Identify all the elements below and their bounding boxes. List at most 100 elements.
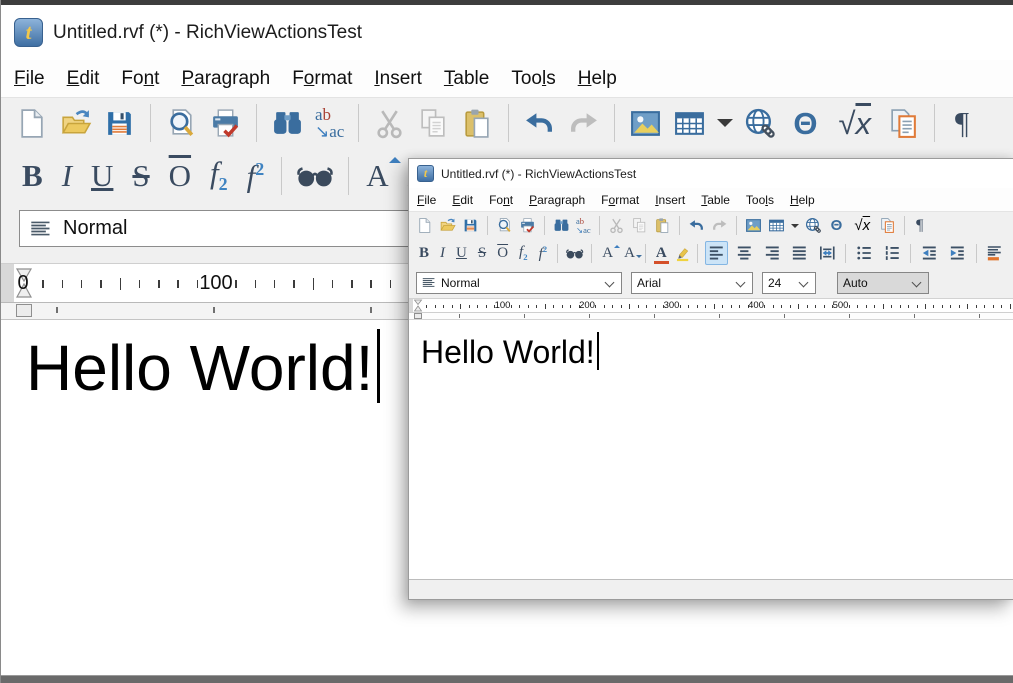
menu-edit[interactable]: Edit (56, 68, 111, 90)
cut-icon[interactable] (373, 107, 406, 140)
equation-icon[interactable]: √x (851, 218, 873, 233)
reading-glasses-icon[interactable] (565, 246, 584, 261)
undo-icon[interactable] (523, 107, 556, 140)
strikethrough-button[interactable]: S (475, 246, 489, 261)
reading-glasses-icon[interactable] (294, 161, 336, 191)
open-file-icon[interactable] (439, 217, 456, 234)
indent-markers-icon[interactable] (413, 299, 423, 312)
find-icon[interactable] (553, 217, 570, 234)
equation-icon[interactable]: √x (833, 108, 876, 139)
hyperlink-icon[interactable] (805, 217, 822, 234)
left-indent-marker[interactable] (16, 304, 32, 317)
numbered-list-icon[interactable] (881, 241, 904, 265)
print-preview-icon[interactable] (496, 217, 513, 234)
hyperlink-icon[interactable] (744, 107, 777, 140)
menu-insert[interactable]: Insert (647, 193, 693, 207)
paste-icon[interactable] (654, 217, 671, 234)
redo-icon[interactable] (711, 217, 728, 234)
bold-button[interactable]: B (17, 160, 48, 191)
superscript-button[interactable]: f2 (242, 160, 270, 191)
title-bar[interactable]: t Untitled.rvf (*) - RichViewActionsTest (1, 5, 1013, 60)
menu-help[interactable]: Help (567, 68, 628, 90)
italic-button[interactable]: I (57, 160, 77, 191)
insert-table-icon[interactable] (673, 107, 706, 140)
grow-font-button[interactable]: A (361, 160, 393, 191)
increase-indent-icon[interactable] (946, 241, 969, 265)
overline-button[interactable]: O (494, 246, 511, 261)
redo-icon[interactable] (567, 107, 600, 140)
print-icon[interactable] (519, 217, 536, 234)
menu-file[interactable]: File (409, 193, 444, 207)
replace-icon[interactable]: ab ↘ac (576, 217, 591, 234)
cut-icon[interactable] (608, 217, 625, 234)
save-icon[interactable] (103, 107, 136, 140)
font-combobox[interactable]: Arial (631, 272, 753, 294)
decrease-indent-icon[interactable] (918, 241, 941, 265)
horizontal-line-icon[interactable]: Θ (828, 218, 846, 233)
paste-icon[interactable] (461, 107, 494, 140)
formatting-marks-icon[interactable]: ¶ (949, 105, 975, 141)
title-bar[interactable]: t Untitled.rvf (*) - RichViewActionsTest (409, 159, 1013, 188)
insert-document-icon[interactable] (887, 107, 920, 140)
bullet-list-icon[interactable] (853, 241, 876, 265)
print-icon[interactable] (209, 107, 242, 140)
insert-document-icon[interactable] (879, 217, 896, 234)
align-center-icon[interactable] (733, 241, 756, 265)
menu-table[interactable]: Table (693, 193, 738, 207)
strikethrough-button[interactable]: S (127, 160, 154, 191)
horizontal-line-icon[interactable]: Θ (788, 108, 822, 139)
new-document-icon[interactable] (416, 217, 433, 234)
font-color-button[interactable]: A (653, 246, 670, 261)
menu-file[interactable]: File (3, 68, 56, 90)
find-icon[interactable] (271, 107, 304, 140)
menu-format[interactable]: Format (281, 68, 363, 90)
shrink-font-button[interactable]: A (621, 246, 638, 261)
left-indent-marker[interactable] (414, 313, 422, 319)
subscript-button[interactable]: f2 (516, 245, 531, 262)
undo-icon[interactable] (688, 217, 705, 234)
copy-icon[interactable] (417, 107, 450, 140)
insert-picture-icon[interactable] (745, 217, 762, 234)
italic-button[interactable]: I (437, 246, 448, 261)
bold-button[interactable]: B (416, 246, 432, 261)
insert-picture-icon[interactable] (629, 107, 662, 140)
menu-paragraph[interactable]: Paragraph (170, 68, 281, 90)
replace-icon[interactable]: ab ↘ac (315, 106, 344, 140)
underline-button[interactable]: U (453, 246, 470, 261)
copy-icon[interactable] (631, 217, 648, 234)
menu-help[interactable]: Help (782, 193, 823, 207)
save-icon[interactable] (462, 217, 479, 234)
font-size-combobox[interactable]: 24 (762, 272, 816, 294)
open-file-icon[interactable] (59, 107, 92, 140)
print-preview-icon[interactable] (165, 107, 198, 140)
menu-table[interactable]: Table (433, 68, 500, 90)
menu-tools[interactable]: Tools (500, 68, 566, 90)
menu-font[interactable]: Font (110, 68, 170, 90)
subscript-button[interactable]: f2 (205, 157, 233, 193)
insert-table-icon[interactable] (768, 217, 785, 234)
underline-button[interactable]: U (86, 160, 118, 191)
align-justify-icon[interactable] (788, 241, 811, 265)
align-left-icon[interactable] (705, 241, 728, 265)
formatting-marks-icon[interactable]: ¶ (913, 217, 926, 235)
new-document-icon[interactable] (15, 107, 48, 140)
superscript-button[interactable]: f2 (536, 245, 551, 262)
line-spacing-icon[interactable] (816, 241, 839, 265)
document-editor[interactable]: Hello World! (409, 320, 1013, 579)
highlight-color-icon[interactable] (675, 245, 691, 262)
style-combobox[interactable]: Normal (19, 210, 449, 247)
overline-button[interactable]: O (164, 160, 196, 191)
zoom-combobox[interactable]: Auto (837, 272, 929, 294)
menu-paragraph[interactable]: Paragraph (521, 193, 593, 207)
menu-tools[interactable]: Tools (738, 193, 782, 207)
grow-font-button[interactable]: A (599, 246, 616, 261)
menu-format[interactable]: Format (593, 193, 647, 207)
menu-edit[interactable]: Edit (444, 193, 481, 207)
menu-font[interactable]: Font (481, 193, 521, 207)
menu-insert[interactable]: Insert (363, 68, 433, 90)
table-dropdown-arrow-icon[interactable] (717, 119, 733, 135)
style-combobox[interactable]: Normal (416, 272, 622, 294)
paragraph-color-icon[interactable] (983, 241, 1006, 265)
table-dropdown-arrow-icon[interactable] (791, 224, 799, 232)
align-right-icon[interactable] (761, 241, 784, 265)
